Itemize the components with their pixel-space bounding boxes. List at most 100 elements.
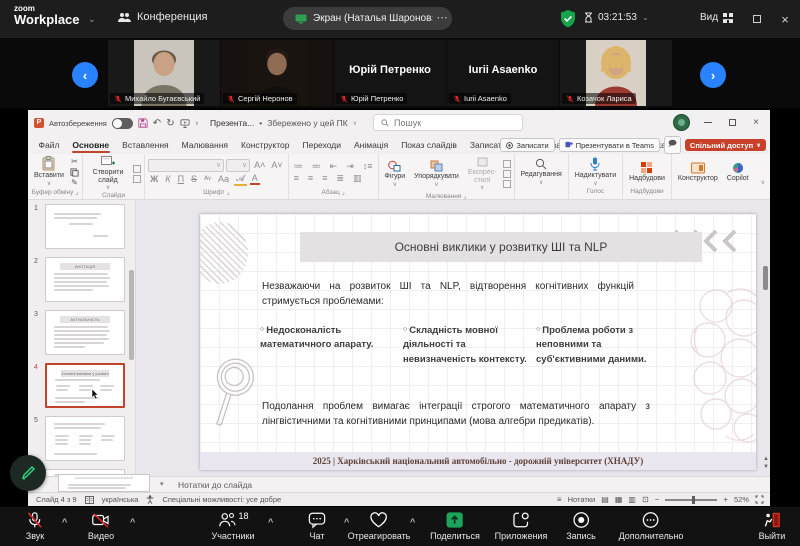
shapes-button[interactable]: Фігури∨ <box>382 160 409 188</box>
search-input[interactable]: Пошук <box>373 114 523 131</box>
justify-icon[interactable]: ≣ <box>334 173 346 184</box>
slideshow-icon[interactable] <box>180 119 190 128</box>
slide-bullet-2[interactable]: ○Складність мовної діяльності та невизна… <box>403 324 529 367</box>
arrange-button[interactable]: Упорядкувати∨ <box>411 160 462 188</box>
react-button[interactable]: Отреагировать <box>348 511 411 541</box>
slide-thumbnail-3[interactable]: АКТУАЛЬНІСТЬ <box>45 310 125 355</box>
font-name-combo[interactable]: ∨ <box>148 159 224 172</box>
tab-slideshow[interactable]: Показ слайдів <box>395 136 464 154</box>
shrink-font-icon[interactable]: A˅ <box>269 160 284 170</box>
react-options-chevron[interactable]: ^ <box>410 517 415 527</box>
font-color-icon[interactable]: A <box>250 173 260 185</box>
quick-access-more-icon[interactable]: ∨ <box>195 120 199 127</box>
slide-bullet-1[interactable]: ○Недосконалість математичного апарату. <box>260 324 386 353</box>
redo-icon[interactable]: ↻ <box>166 118 174 129</box>
cut-icon[interactable]: ✂ <box>71 158 78 166</box>
font-size-combo[interactable]: ∨ <box>226 159 250 172</box>
meeting-timer[interactable]: 03:21:53 ⌄ <box>584 12 649 23</box>
participant-tile[interactable]: Iurii Asaenko Iurii Asaenko <box>447 40 559 106</box>
save-status[interactable]: Збережено у цей ПК <box>267 118 347 128</box>
shape-outline-icon[interactable] <box>503 170 511 178</box>
designer-button[interactable]: Конструктор <box>675 162 721 183</box>
notes-toggle-button[interactable]: Нотатки <box>568 495 596 504</box>
participants-button[interactable]: 18 Участники <box>212 511 255 541</box>
tab-design[interactable]: Конструктор <box>235 136 296 154</box>
slide-canvas[interactable]: Основні виклики у розвитку ШІ та NLP Нез… <box>200 214 756 470</box>
ppt-minimize-button[interactable] <box>696 110 720 134</box>
ppt-restore-button[interactable] <box>720 110 744 134</box>
chevron-down-icon[interactable]: ⌄ <box>88 14 96 25</box>
undo-icon[interactable]: ↶ <box>153 118 161 129</box>
normal-view-icon[interactable]: ▤ <box>601 495 609 504</box>
slideshow-view-icon[interactable]: ⊡ <box>642 495 649 504</box>
autosave-toggle[interactable] <box>112 118 133 129</box>
slide-sorter-view-icon[interactable]: ▦ <box>615 495 623 504</box>
zoom-slider[interactable] <box>665 499 717 501</box>
thumbnail-scrollbar[interactable] <box>129 270 134 360</box>
zoom-in-button[interactable]: + <box>723 495 728 504</box>
screen-share-pill[interactable]: Экран (Наталья Шаронова) <box>283 7 452 30</box>
tab-animations[interactable]: Анімація <box>348 136 395 154</box>
save-icon[interactable] <box>138 118 148 128</box>
slide-intro-text[interactable]: Незважаючи на розвиток ШІ та NLP, відтво… <box>262 280 634 309</box>
highlight-color-icon[interactable]: 𝓐 <box>234 173 247 186</box>
maximize-button[interactable] <box>742 0 772 38</box>
copy-icon[interactable] <box>70 168 79 177</box>
indent-decrease-icon[interactable]: ⇤ <box>328 161 340 172</box>
record-button[interactable]: Записати <box>500 138 554 152</box>
tab-file[interactable]: Файл <box>32 136 66 154</box>
align-right-icon[interactable]: ≡ <box>320 173 329 184</box>
align-center-icon[interactable]: ≡ <box>306 173 315 184</box>
grow-font-icon[interactable]: A˄ <box>252 160 267 170</box>
close-button[interactable]: × <box>770 0 800 38</box>
copilot-button[interactable]: Copilot <box>724 162 752 183</box>
indent-increase-icon[interactable]: ⇥ <box>344 161 356 172</box>
tab-transitions[interactable]: Переходи <box>296 136 348 154</box>
slide-thumbnail-4-selected[interactable]: Основні виклики у розвитку ШІ та NLP <box>45 363 125 408</box>
tab-home[interactable]: Основне <box>66 136 116 154</box>
more-button[interactable]: Дополнительно <box>619 511 684 541</box>
columns-icon[interactable]: ▥ <box>351 173 364 184</box>
accessibility-status[interactable]: Спеціальні можливості: усе добре <box>162 495 281 504</box>
share-button[interactable]: Спільний доступ∨ <box>685 139 766 151</box>
annotation-pencil-button[interactable] <box>10 455 46 491</box>
previous-participants-button[interactable]: ‹ <box>72 62 98 88</box>
paste-button[interactable]: Вставити∨ <box>31 156 67 187</box>
editing-button[interactable]: Редагування∨ <box>518 158 565 186</box>
new-slide-button[interactable]: Створити слайд∨ <box>86 156 130 192</box>
slide-bullet-3[interactable]: ○Проблема роботи з неповними та суб'єкти… <box>536 324 662 367</box>
slide-thumbnail-5[interactable] <box>45 416 125 461</box>
audio-button[interactable]: Звук <box>26 511 44 541</box>
shape-fill-icon[interactable] <box>503 160 511 168</box>
underline-button[interactable]: П <box>176 174 186 184</box>
record-button[interactable]: Запись <box>566 511 596 541</box>
zoom-out-button[interactable]: − <box>655 495 660 504</box>
collapse-ribbon-icon[interactable]: ∨ <box>761 179 765 186</box>
format-painter-icon[interactable]: ✎ <box>71 179 78 187</box>
minimize-button[interactable] <box>712 0 742 38</box>
notes-placeholder[interactable]: Нотатки до слайда <box>178 480 252 490</box>
share-screen-button[interactable]: Поделиться <box>430 511 480 541</box>
ppt-close-button[interactable]: × <box>744 110 768 134</box>
numbering-icon[interactable]: ≕ <box>310 161 323 172</box>
slide-layout-icon[interactable] <box>133 165 141 173</box>
slide-conclusion-text[interactable]: Подолання проблем вимагає інтеграції стр… <box>262 400 650 429</box>
participants-options-chevron[interactable]: ^ <box>268 517 273 527</box>
document-title[interactable]: Презента... <box>210 118 254 128</box>
italic-button[interactable]: К <box>163 174 172 184</box>
bold-button[interactable]: Ж <box>148 174 160 184</box>
change-case-icon[interactable]: Aa <box>216 174 231 184</box>
video-button[interactable]: Видео <box>88 511 114 541</box>
reading-view-icon[interactable]: ▥ <box>628 495 636 504</box>
addins-button[interactable]: Надбудови <box>626 161 668 183</box>
character-spacing-icon[interactable]: ᴬᵛ <box>202 174 213 184</box>
strikethrough-button[interactable]: S <box>189 174 199 184</box>
chat-button[interactable]: Чат <box>308 511 327 541</box>
align-left-icon[interactable]: ≡ <box>292 173 301 184</box>
present-in-teams-button[interactable]: Презентувати в Teams <box>559 138 660 152</box>
slide-thumbnail-1[interactable] <box>45 204 125 249</box>
meeting-tab[interactable]: Конференция <box>118 11 207 23</box>
line-spacing-icon[interactable]: ↕≡ <box>361 161 375 172</box>
slide-reset-icon[interactable] <box>133 175 141 183</box>
comments-icon[interactable]: 🗩 <box>664 136 681 154</box>
